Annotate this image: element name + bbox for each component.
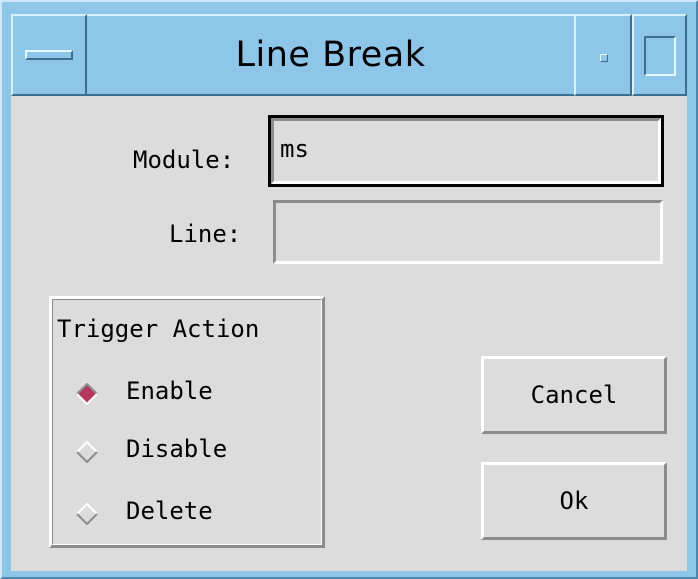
dialog-body: Module: ms Line: Trigger Action Enable D… bbox=[11, 96, 687, 571]
line-label: Line: bbox=[169, 220, 242, 248]
minimize-button[interactable] bbox=[574, 14, 632, 96]
title-bar[interactable]: Line Break bbox=[11, 14, 687, 96]
ok-button[interactable]: Ok bbox=[481, 462, 667, 540]
radio-delete-label: Delete bbox=[126, 497, 213, 525]
trigger-action-title: Trigger Action bbox=[57, 315, 260, 343]
maximize-icon bbox=[644, 36, 676, 76]
module-input[interactable]: ms bbox=[268, 115, 664, 187]
window-menu-button[interactable] bbox=[11, 14, 87, 96]
radio-disable-label: Disable bbox=[126, 435, 228, 463]
radio-disable[interactable]: Disable bbox=[52, 431, 252, 471]
line-input[interactable] bbox=[273, 200, 663, 264]
window-title: Line Break bbox=[235, 35, 426, 75]
radio-enable[interactable]: Enable bbox=[52, 373, 252, 413]
radio-delete[interactable]: Delete bbox=[52, 493, 252, 533]
radio-selected-icon bbox=[76, 383, 98, 405]
radio-unselected-icon bbox=[76, 503, 98, 525]
title-area[interactable]: Line Break bbox=[87, 14, 574, 96]
minimize-icon bbox=[600, 54, 608, 62]
trigger-action-group: Trigger Action Enable Disable Delete bbox=[49, 296, 325, 548]
module-input-value: ms bbox=[280, 135, 309, 163]
maximize-button[interactable] bbox=[632, 14, 687, 96]
radio-enable-label: Enable bbox=[126, 377, 213, 405]
ok-button-label: Ok bbox=[559, 487, 589, 515]
cancel-button[interactable]: Cancel bbox=[481, 356, 667, 434]
radio-unselected-icon bbox=[76, 441, 98, 463]
cancel-button-label: Cancel bbox=[530, 381, 618, 409]
window-menu-icon bbox=[25, 50, 73, 60]
module-label: Module: bbox=[133, 146, 235, 174]
